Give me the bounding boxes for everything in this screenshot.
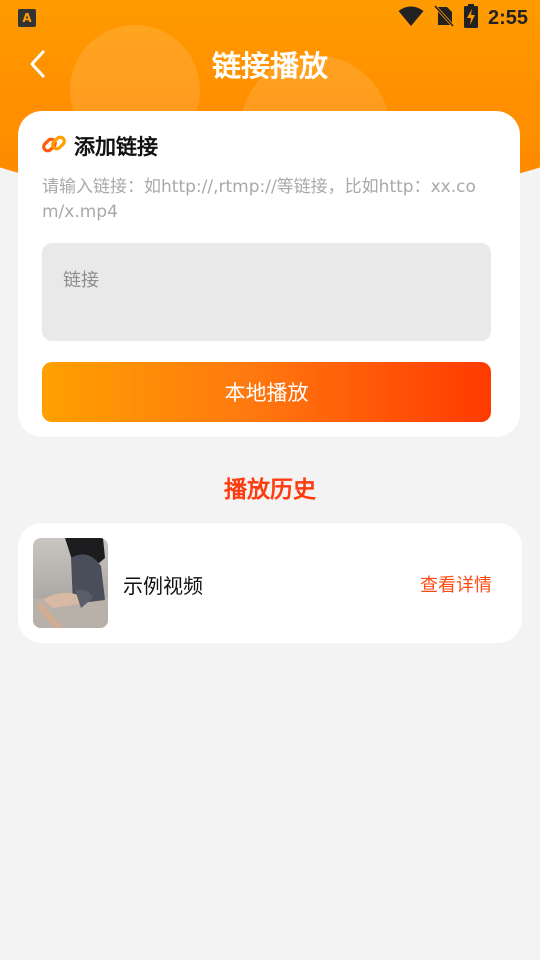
- view-details-link[interactable]: 查看详情: [420, 571, 492, 597]
- add-link-card: 添加链接 请输入链接：如http://,rtmp://等链接，比如http：xx…: [18, 111, 520, 437]
- wifi-icon: [398, 5, 424, 31]
- no-sim-icon: [433, 4, 455, 31]
- video-name: 示例视频: [123, 574, 203, 598]
- add-link-title: 添加链接: [74, 135, 158, 159]
- page-title: 链接播放: [211, 49, 328, 83]
- status-icons: 2:55: [398, 4, 528, 32]
- battery-charging-icon: [463, 4, 478, 32]
- app-notification-icon: A: [18, 9, 36, 27]
- page: A 2:55 链接播放 添加链接 请输入链接：如http://,rtmp://等…: [0, 0, 540, 960]
- history-list-item[interactable]: 示例视频 查看详情: [18, 523, 522, 643]
- history-title: 播放历史: [224, 477, 316, 503]
- link-input[interactable]: 链接: [42, 243, 491, 341]
- link-hint-text: 请输入链接：如http://,rtmp://等链接，比如http：xx.com/…: [42, 177, 476, 222]
- local-play-button[interactable]: 本地播放: [42, 362, 491, 422]
- video-thumbnail[interactable]: [33, 538, 108, 628]
- nav-bar: 链接播放: [0, 36, 540, 96]
- link-input-placeholder: 链接: [63, 270, 99, 291]
- add-link-header: 添加链接: [42, 131, 158, 161]
- link-icon: [42, 132, 66, 160]
- status-bar: A 2:55: [0, 0, 540, 36]
- status-time: 2:55: [487, 6, 528, 29]
- local-play-label: 本地播放: [224, 381, 309, 405]
